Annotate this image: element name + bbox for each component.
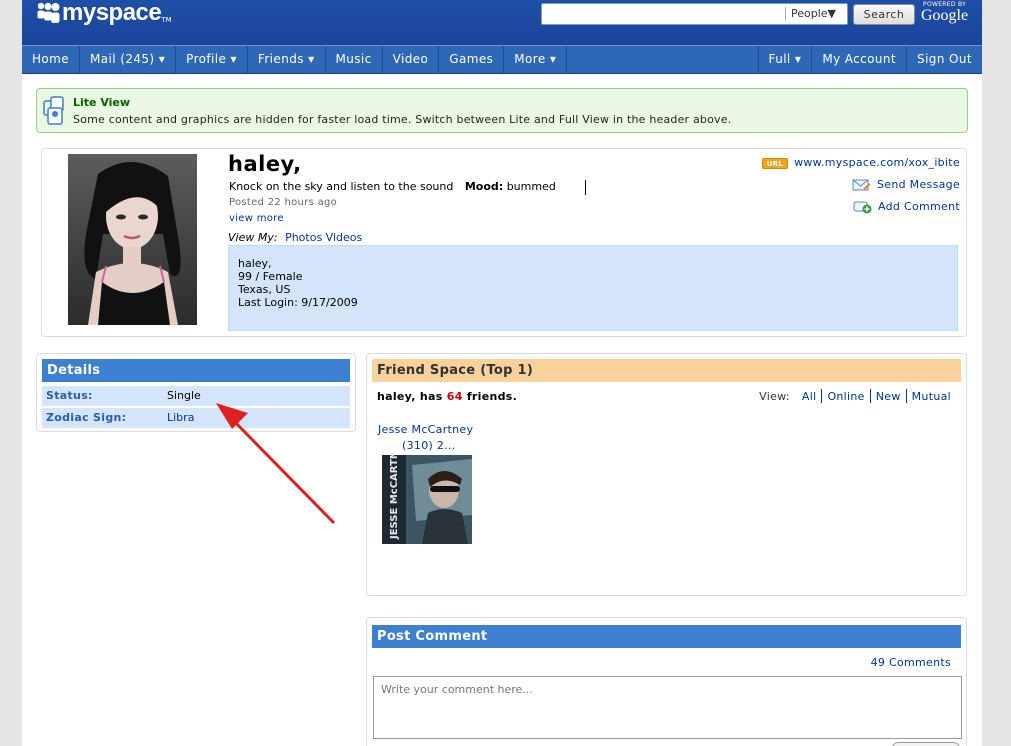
page-frame: myspace TM People▼ Search POWERED BY Goo… xyxy=(22,0,982,746)
friend-subtitle[interactable]: (310) 2... xyxy=(402,439,456,452)
view-photos-link[interactable]: Photos xyxy=(285,231,322,244)
header-bar: myspace TM People▼ Search POWERED BY Goo… xyxy=(22,0,982,45)
add-comment-row[interactable]: Add Comment xyxy=(762,200,960,222)
friend-count-suffix: friends. xyxy=(466,390,518,403)
filter-separator xyxy=(905,389,907,403)
lite-view-notice: Lite View Some content and graphics are … xyxy=(36,88,968,133)
detail-value: Single xyxy=(167,389,201,402)
mood-label: Mood: xyxy=(464,180,504,193)
nav-full-view[interactable]: Full ▾ xyxy=(757,46,812,73)
lite-view-icon xyxy=(43,96,64,125)
info-location: Texas, US xyxy=(238,283,291,296)
filter-separator xyxy=(821,389,823,403)
profile-headline: Knock on the sky and listen to the sound… xyxy=(229,180,556,193)
posted-time: Posted 22 hours ago xyxy=(229,197,338,208)
view-my-label: View My: xyxy=(228,231,278,244)
profile-url-link[interactable]: www.myspace.com/xox_ibite xyxy=(794,156,960,169)
search-input[interactable] xyxy=(544,5,782,23)
google-logo: Google xyxy=(921,7,969,24)
filter-online[interactable]: Online xyxy=(827,390,864,403)
annotation-arrow xyxy=(216,403,336,525)
filter-separator xyxy=(869,389,871,403)
friend-count-prefix: haley, has xyxy=(377,390,443,403)
profile-info-box: haley, 99 / Female Texas, US Last Login:… xyxy=(228,245,958,331)
search-box: People▼ xyxy=(541,3,848,25)
detail-value[interactable]: Libra xyxy=(167,408,194,428)
friend-name-link[interactable]: Jesse McCartney xyxy=(378,423,473,436)
search-scope-dropdown[interactable]: People▼ xyxy=(785,7,836,21)
mood-value: bummed xyxy=(506,180,556,193)
friend-space-box: Friend Space (Top 1) haley, has 64 frien… xyxy=(366,353,967,596)
filter-mutual[interactable]: Mutual xyxy=(912,390,951,403)
info-last-login: Last Login: 9/17/2009 xyxy=(238,296,358,309)
detail-label: Status: xyxy=(46,389,93,402)
post-comment-box: Post Comment 49 Comments xyxy=(366,617,967,746)
powered-by-google: POWERED BY Google xyxy=(921,1,968,24)
myspace-logo[interactable]: myspace TM xyxy=(36,0,172,26)
nav-video[interactable]: Video xyxy=(383,46,440,73)
filter-all[interactable]: All xyxy=(802,390,817,403)
friend-space-header: Friend Space (Top 1) xyxy=(372,359,961,382)
friend-thumbnail[interactable]: JESSE McCARTNEY xyxy=(382,455,472,544)
filter-new[interactable]: New xyxy=(876,390,901,403)
post-comment-header: Post Comment xyxy=(372,625,961,648)
contact-links: URL www.myspace.com/xox_ibite Send Messa… xyxy=(761,156,960,222)
profile-name: haley, xyxy=(228,152,302,176)
main-nav: Home Mail (245) ▾ Profile ▾ Friends ▾ Mu… xyxy=(22,45,982,74)
comment-submit-button[interactable] xyxy=(891,742,961,746)
profile-url-row: URL www.myspace.com/xox_ibite xyxy=(761,156,960,178)
nav-mail[interactable]: Mail (245) ▾ xyxy=(80,46,177,73)
friend-count-number: 64 xyxy=(446,390,463,403)
friend-count: haley, has 64 friends. xyxy=(377,390,517,403)
send-message-link[interactable]: Send Message xyxy=(877,178,960,191)
logo-text: myspace xyxy=(62,0,162,26)
lite-view-text: Some content and graphics are hidden for… xyxy=(73,113,732,126)
send-message-row[interactable]: Send Message xyxy=(762,178,960,200)
add-comment-icon xyxy=(853,201,872,214)
view-more-link[interactable]: view more xyxy=(229,213,284,224)
comment-textarea[interactable] xyxy=(373,676,962,739)
detail-label: Zodiac Sign: xyxy=(46,411,127,424)
nav-home[interactable]: Home xyxy=(22,46,81,73)
nav-friends[interactable]: Friends ▾ xyxy=(248,46,326,73)
envelope-icon xyxy=(852,179,871,191)
logo-trademark: TM xyxy=(161,16,172,24)
info-name: haley, xyxy=(238,257,272,270)
view-videos-link[interactable]: Videos xyxy=(326,231,363,244)
nav-more[interactable]: More ▾ xyxy=(504,46,568,73)
friend-view-filters: View: All Online New Mutual xyxy=(759,389,951,403)
comment-count-link[interactable]: 49 Comments xyxy=(871,656,951,669)
profile-box: haley, Knock on the sky and listen to th… xyxy=(41,148,967,337)
details-header: Details xyxy=(42,359,350,382)
lite-view-title: Lite View xyxy=(73,96,131,109)
nav-spacer xyxy=(567,46,757,73)
info-age-gender: 99 / Female xyxy=(238,270,303,283)
profile-photo[interactable] xyxy=(68,154,197,325)
nav-music[interactable]: Music xyxy=(326,46,383,73)
nav-profile[interactable]: Profile ▾ xyxy=(176,46,248,73)
album-text: JESSE McCARTNEY xyxy=(389,455,400,540)
text-cursor xyxy=(585,180,586,195)
myspace-people-icon xyxy=(37,2,60,23)
url-badge: URL xyxy=(761,158,789,169)
nav-sign-out[interactable]: Sign Out xyxy=(906,46,982,73)
search-button[interactable]: Search xyxy=(853,4,915,25)
headline-text: Knock on the sky and listen to the sound xyxy=(229,180,454,193)
view-my-links: View My: Photos Videos xyxy=(228,231,362,244)
nav-games[interactable]: Games xyxy=(439,46,505,73)
add-comment-link[interactable]: Add Comment xyxy=(878,200,960,213)
nav-my-account[interactable]: My Account xyxy=(811,46,906,73)
friend-view-label: View: xyxy=(759,389,790,403)
